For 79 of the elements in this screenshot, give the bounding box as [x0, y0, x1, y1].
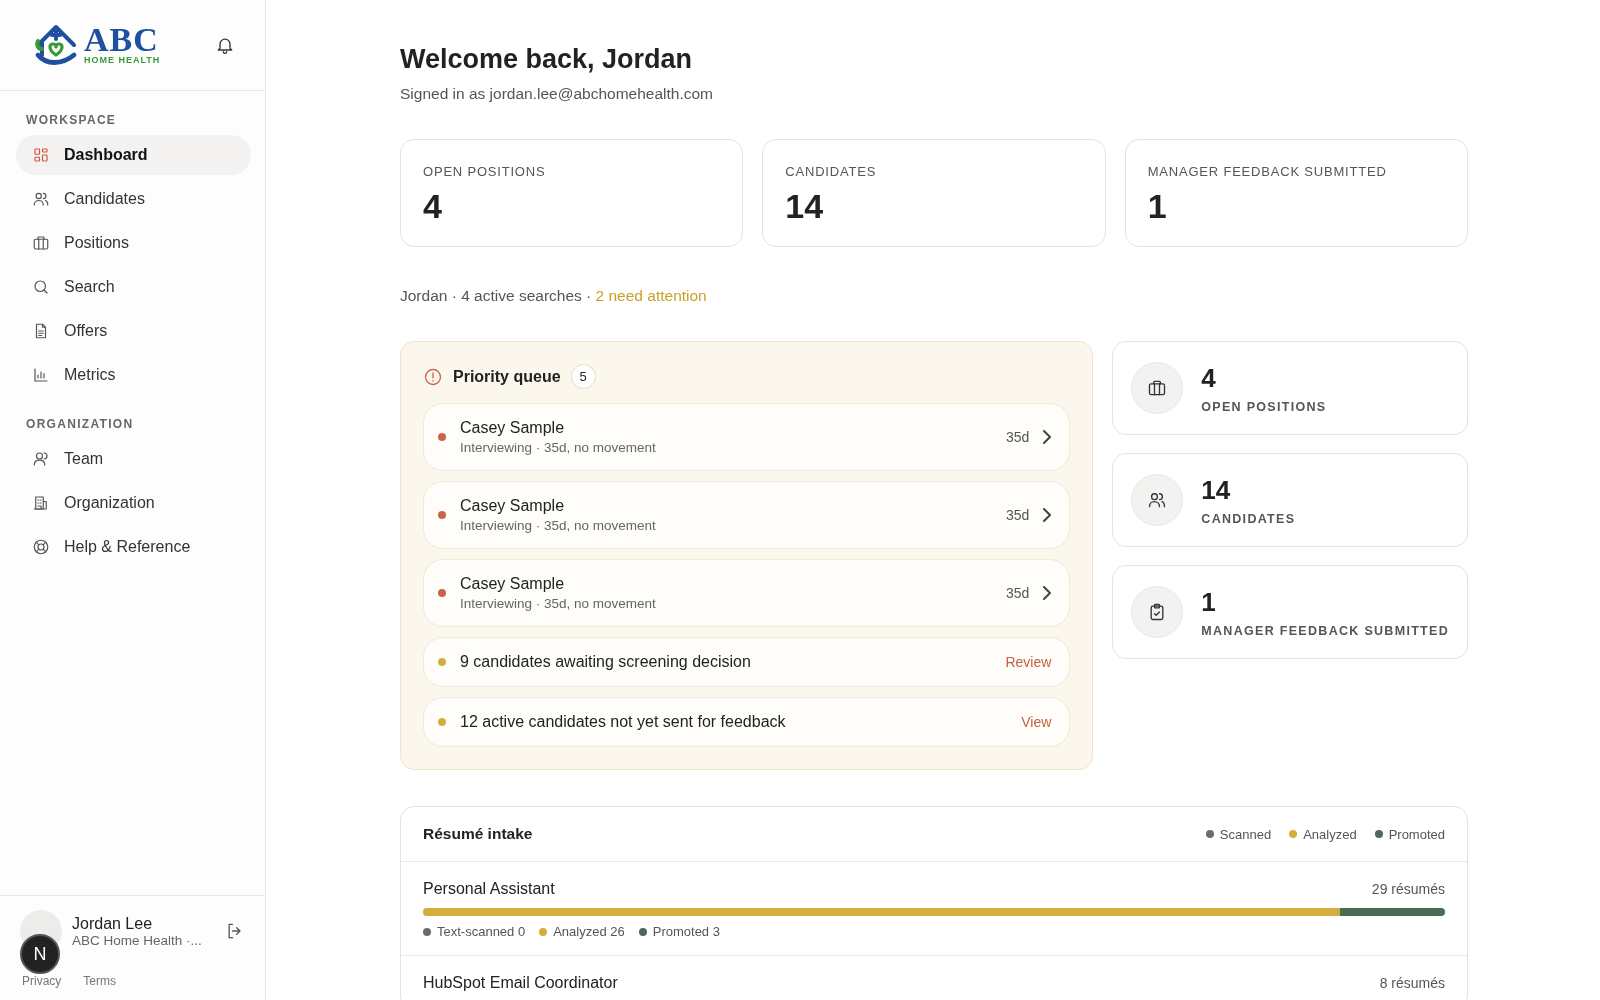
age-text: 35d — [1005, 585, 1030, 601]
candidate-name: Casey Sample — [460, 419, 566, 437]
dev-tools-badge[interactable]: N — [20, 934, 60, 974]
legend-label: Promoted — [1388, 826, 1445, 842]
candidate-status: Interviewing · 35d, no movement — [460, 440, 657, 455]
task-text: 9 candidates awaiting screening decision — [460, 653, 752, 671]
panel-title: Résumé intake — [423, 825, 533, 843]
resume-count: 8 résumés — [1379, 975, 1445, 991]
queue-item[interactable]: 12 active candidates not yet sent for feedback View — [423, 697, 1071, 747]
candidate-name: Casey Sample — [460, 497, 566, 515]
briefcase-icon — [32, 234, 50, 252]
stat-label: CANDIDATES — [1201, 511, 1296, 526]
stat-value: 14 — [785, 187, 825, 226]
stat-label: MANAGER FEEDBACK SUBMITTED — [1147, 164, 1388, 179]
legend-label: Analyzed — [1303, 826, 1357, 842]
queue-item[interactable]: Casey Sample Interviewing · 35d, no movement 35d — [423, 481, 1071, 549]
stat-value: 1 — [1201, 586, 1217, 618]
section-heading: ORGANIZATION — [25, 417, 135, 431]
briefcase-icon — [1147, 378, 1168, 398]
user-organization: ABC Home Health ·... — [72, 932, 203, 948]
stat-label: OPEN POSITIONS — [1201, 399, 1327, 414]
action-link[interactable]: Review — [1005, 654, 1052, 670]
users-icon — [32, 190, 50, 208]
position-title: Personal Assistant — [423, 880, 555, 898]
position-title: HubSpot Email Coordinator — [423, 974, 618, 992]
age-text: 35d — [1005, 507, 1030, 523]
nav-item[interactable]: Metrics — [16, 355, 251, 395]
nav-item[interactable]: Offers — [16, 311, 251, 351]
nav-item[interactable]: Dashboard — [16, 135, 251, 175]
page-title: Welcome back, Jordan — [400, 44, 694, 75]
building-icon — [32, 494, 50, 512]
chevron-right-icon — [1043, 430, 1052, 444]
segment-label: Analyzed 26 — [553, 924, 625, 939]
task-text: 12 active candidates not yet sent for feedback — [460, 713, 787, 731]
stat-label: CANDIDATES — [785, 164, 878, 179]
segment-label: Promoted 3 — [652, 924, 720, 939]
age-text: 35d — [1005, 429, 1030, 445]
stat-value: 4 — [423, 187, 443, 226]
stat-value: 14 — [1201, 474, 1232, 506]
chevron-right-icon — [1043, 586, 1052, 600]
candidate-status: Interviewing · 35d, no movement — [460, 596, 657, 611]
candidate-name: Casey Sample — [460, 575, 566, 593]
search-icon — [32, 278, 50, 296]
user-icon — [32, 450, 50, 468]
stat-value: 4 — [1201, 362, 1217, 394]
count-badge: 5 — [570, 364, 596, 389]
stat-value: 1 — [1147, 187, 1168, 226]
nav-item[interactable]: Help & Reference — [16, 527, 251, 567]
logo[interactable]: ABC HOME HEALTH — [32, 21, 161, 69]
nav-item[interactable]: Organization — [16, 483, 251, 523]
lifebuoy-icon — [32, 538, 50, 556]
footer-link[interactable]: Privacy — [22, 974, 62, 988]
brand-name: ABC — [84, 25, 160, 55]
action-link[interactable]: View — [1021, 714, 1052, 730]
alert-icon — [423, 366, 443, 387]
footer-link[interactable]: Terms — [83, 974, 116, 988]
summary-text: Jordan · 4 active searches · — [400, 287, 593, 304]
stat-label: OPEN POSITIONS — [423, 164, 547, 179]
brand-tagline: HOME HEALTH — [84, 55, 161, 65]
nav-item[interactable]: Positions — [16, 223, 251, 263]
segment-label: Text-scanned 0 — [437, 924, 526, 939]
stat-label: MANAGER FEEDBACK SUBMITTED — [1201, 623, 1449, 638]
legend-label: Scanned — [1219, 826, 1272, 842]
panel-title: Priority queue — [453, 367, 561, 386]
resume-count: 29 résumés — [1371, 881, 1445, 897]
signed-in-text: Signed in as jordan.lee@abchomehealth.com — [400, 85, 714, 103]
queue-item[interactable]: Casey Sample Interviewing · 35d, no movement 35d — [423, 403, 1071, 471]
candidate-status: Interviewing · 35d, no movement — [460, 518, 657, 533]
nav-item[interactable]: Team — [16, 439, 251, 479]
queue-item[interactable]: Casey Sample Interviewing · 35d, no movement 35d — [423, 559, 1071, 627]
dashboard-icon — [32, 146, 50, 164]
user-name: Jordan Lee — [72, 914, 154, 933]
section-heading: WORKSPACE — [25, 113, 118, 127]
nav-item[interactable]: Search — [16, 267, 251, 307]
chevron-right-icon — [1043, 508, 1052, 522]
users-icon — [1147, 490, 1168, 510]
nav-item[interactable]: Candidates — [16, 179, 251, 219]
queue-item[interactable]: 9 candidates awaiting screening decision Review — [423, 637, 1071, 687]
bar-chart-icon — [32, 366, 50, 384]
